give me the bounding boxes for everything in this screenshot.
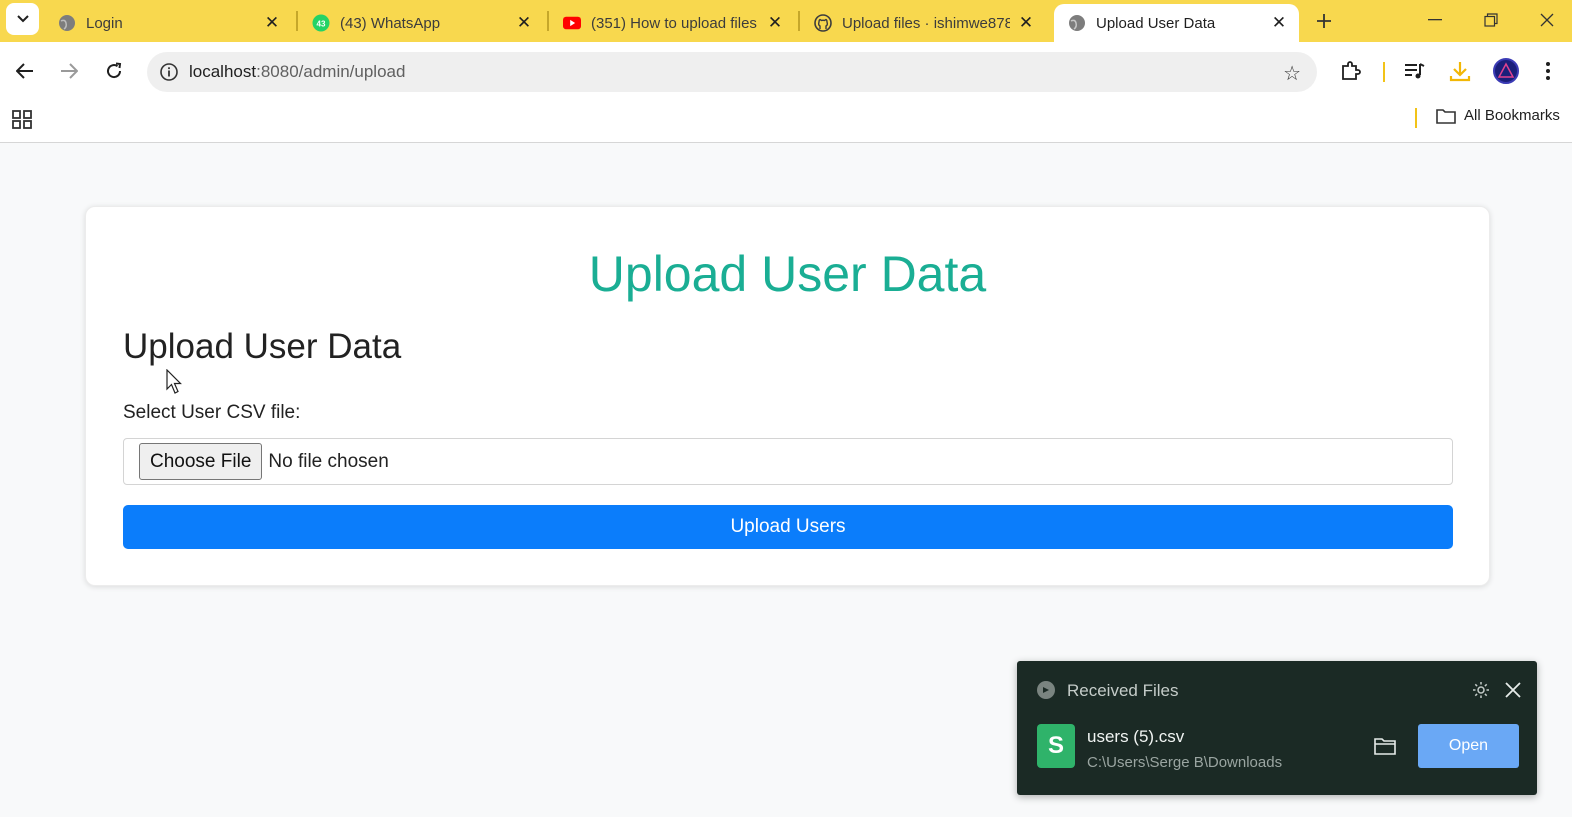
globe-icon <box>58 14 76 32</box>
url-text[interactable]: localhost:8080/admin/upload <box>189 62 405 82</box>
upload-users-button[interactable]: Upload Users <box>123 505 1453 549</box>
arrow-left-icon <box>16 63 33 79</box>
restore-button[interactable] <box>1471 6 1511 34</box>
arrow-right-icon <box>61 63 78 79</box>
media-controls-button[interactable] <box>1400 56 1430 86</box>
received-file-path: C:\Users\Serge B\Downloads <box>1087 754 1283 771</box>
close-window-button[interactable] <box>1527 6 1567 34</box>
close-icon[interactable]: ✕ <box>765 13 785 33</box>
spreadsheet-file-icon: S <box>1037 724 1075 768</box>
toolbar-divider <box>1383 62 1385 82</box>
close-icon[interactable]: ✕ <box>514 13 534 33</box>
no-file-text: No file chosen <box>268 450 389 472</box>
received-files-popup: Received Files S users (5).csv C:\Users\… <box>1017 661 1537 795</box>
url-path: :8080/admin/upload <box>256 62 406 81</box>
close-icon[interactable]: ✕ <box>1016 13 1036 33</box>
reload-button[interactable] <box>97 54 131 88</box>
upload-card: Upload User Data Upload User Data Select… <box>85 206 1490 586</box>
bookmark-star-icon[interactable]: ☆ <box>1283 61 1301 86</box>
profile-avatar[interactable] <box>1493 58 1519 84</box>
svg-text:43: 43 <box>317 20 326 29</box>
all-bookmarks-button[interactable]: All Bookmarks <box>1436 107 1560 124</box>
bookmarks-bar: All Bookmarks <box>0 100 1572 143</box>
file-field-label: Select User CSV file: <box>123 402 301 423</box>
tab-search-button[interactable] <box>6 3 39 35</box>
reload-icon <box>107 62 122 79</box>
close-icon <box>1540 13 1554 27</box>
avatar-icon <box>1497 62 1515 78</box>
whatsapp-icon: 43 <box>312 14 330 32</box>
minimize-icon <box>1428 19 1442 21</box>
github-icon <box>814 14 832 32</box>
playlist-icon <box>1405 63 1425 79</box>
tab-title: (43) WhatsApp <box>340 14 441 32</box>
address-bar[interactable]: localhost:8080/admin/upload ☆ <box>147 52 1317 92</box>
new-tab-button[interactable] <box>1310 7 1338 35</box>
close-icon[interactable]: ✕ <box>262 13 282 33</box>
show-in-folder-button[interactable] <box>1371 734 1399 758</box>
forward-button[interactable] <box>52 54 86 88</box>
app-logo-icon <box>1037 681 1055 699</box>
tab-title: Login <box>86 14 123 32</box>
apps-grid-icon[interactable] <box>10 107 34 131</box>
tab-title: Upload User Data <box>1096 14 1216 32</box>
tab-title: (351) How to upload files <box>591 14 757 32</box>
site-info-icon[interactable] <box>149 62 189 82</box>
folder-icon <box>1374 738 1396 755</box>
popup-title: Received Files <box>1067 681 1179 700</box>
globe-icon <box>1068 14 1086 32</box>
restore-icon <box>1484 13 1498 27</box>
mouse-cursor-icon <box>166 369 182 394</box>
close-icon[interactable]: ✕ <box>1269 13 1289 33</box>
back-button[interactable] <box>8 54 42 88</box>
tab-github[interactable]: Upload files · ishimwe878 ✕ <box>800 4 1046 42</box>
youtube-icon <box>563 14 581 32</box>
kebab-menu-icon <box>1546 62 1550 80</box>
browser-menu-button[interactable] <box>1533 56 1563 86</box>
gear-icon[interactable] <box>1469 678 1493 702</box>
puzzle-icon <box>1342 61 1361 80</box>
bookmarks-divider <box>1415 108 1417 128</box>
tab-login[interactable]: Login ✕ <box>44 4 292 42</box>
url-host: localhost <box>189 62 257 81</box>
download-icon <box>1449 62 1471 82</box>
tab-youtube[interactable]: (351) How to upload files ✕ <box>549 4 795 42</box>
choose-file-button[interactable]: Choose File <box>139 443 263 480</box>
section-title: Upload User Data <box>123 327 402 366</box>
chevron-down-icon <box>16 15 29 23</box>
browser-toolbar: localhost:8080/admin/upload ☆ <box>0 42 1572 100</box>
tab-title: Upload files · ishimwe878 <box>842 14 1010 32</box>
folder-icon <box>1436 108 1456 124</box>
close-icon[interactable] <box>1501 678 1525 702</box>
downloads-button[interactable] <box>1445 56 1475 86</box>
plus-icon <box>1317 14 1331 28</box>
open-file-button[interactable]: Open <box>1418 724 1519 768</box>
tab-whatsapp[interactable]: 43 (43) WhatsApp ✕ <box>298 4 544 42</box>
minimize-button[interactable] <box>1415 6 1455 34</box>
tab-strip: Login ✕ 43 (43) WhatsApp ✕ (351) How to … <box>0 0 1572 42</box>
page-title: Upload User Data <box>588 246 987 302</box>
all-bookmarks-label: All Bookmarks <box>1464 107 1560 124</box>
received-file-name: users (5).csv <box>1087 727 1185 746</box>
extensions-button[interactable] <box>1336 56 1366 86</box>
file-input[interactable]: Choose File No file chosen <box>123 438 1453 485</box>
tab-upload-user-data[interactable]: Upload User Data ✕ <box>1054 4 1299 42</box>
